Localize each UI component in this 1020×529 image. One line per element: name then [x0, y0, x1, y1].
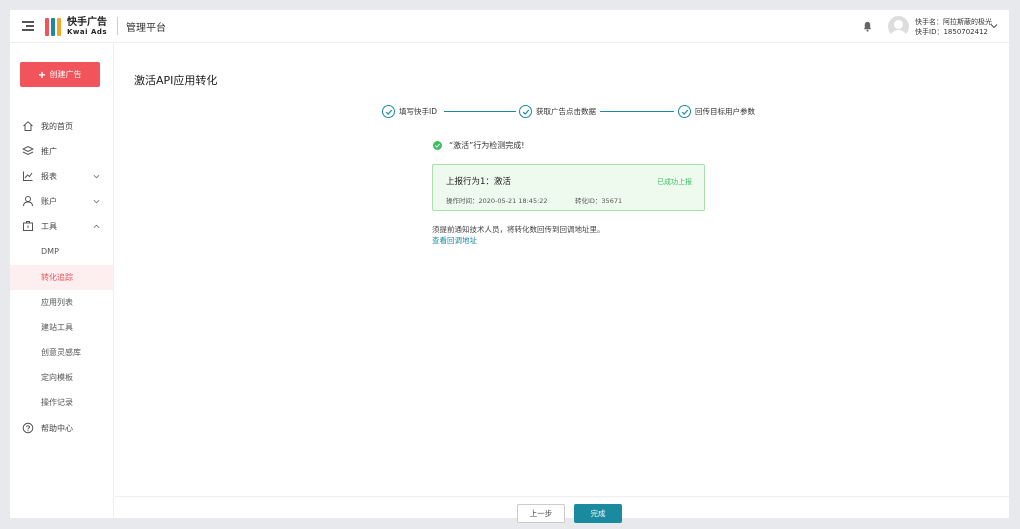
sidebar-item-label: 账户: [41, 197, 57, 206]
chevron-down-icon: [93, 199, 100, 204]
sidebar-item-help[interactable]: 帮助中心: [10, 416, 113, 441]
previous-step-button[interactable]: 上一步: [517, 504, 565, 523]
subitem-label: 操作记录: [41, 398, 73, 407]
step-label: 填写快手ID: [399, 107, 437, 116]
result-card: 上报行为1：激活 已成功上报 操作时间：2020-05-21 18:45:22 …: [432, 164, 705, 211]
sidebar-subitem-targeting-template[interactable]: 定向模板: [10, 365, 113, 390]
sidebar: + 创建广告 我的首页 推广 报表 账户 工具 DMP 转化追踪 应用列表 建站…: [10, 44, 114, 518]
toolbox-icon: [23, 221, 33, 231]
subitem-label: 应用列表: [41, 298, 73, 307]
sidebar-subitem-operation-log[interactable]: 操作记录: [10, 390, 113, 415]
user-icon: [23, 196, 33, 207]
check-icon: [519, 105, 532, 118]
sidebar-item-label: 报表: [41, 172, 57, 181]
sidebar-subitem-dmp[interactable]: DMP: [10, 239, 113, 264]
sidebar-item-label: 推广: [41, 147, 57, 156]
result-conversion-id: 转化ID：35671: [575, 197, 623, 205]
sidebar-item-label: 工具: [41, 222, 57, 231]
hamburger-icon[interactable]: [22, 21, 34, 31]
create-ad-button[interactable]: + 创建广告: [20, 62, 100, 87]
chevron-down-icon[interactable]: [990, 22, 998, 30]
step-3: 回传目标用户参数: [678, 105, 755, 118]
sidebar-item-reports[interactable]: 报表: [10, 164, 113, 189]
plus-icon: +: [38, 67, 46, 82]
sidebar-item-account[interactable]: 账户: [10, 189, 113, 214]
top-header: 快手广告 Kwai Ads 管理平台 快手名：阿拉斯蔽的极光 快手ID：1850…: [10, 10, 1009, 43]
subitem-label: 转化追踪: [41, 273, 73, 282]
chevron-up-icon: [93, 224, 100, 229]
sidebar-subitem-conversion-tracking[interactable]: 转化追踪: [10, 265, 113, 290]
sidebar-subitem-app-list[interactable]: 应用列表: [10, 290, 113, 315]
subitem-label: 建站工具: [41, 323, 73, 332]
main-content: 激活API应用转化 填写快手ID 获取广告点击数据 回传目标用户参数 “激活”行…: [115, 44, 1009, 523]
logo-text: 快手广告 Kwai Ads: [67, 18, 107, 36]
kwai-ads-logo[interactable]: 快手广告 Kwai Ads: [45, 16, 107, 38]
logo-mark: [45, 18, 61, 36]
help-icon: [22, 422, 34, 434]
sidebar-subitem-site-builder[interactable]: 建站工具: [10, 315, 113, 340]
chevron-down-icon: [93, 174, 100, 179]
step-label: 回传目标用户参数: [695, 107, 755, 116]
sidebar-item-home[interactable]: 我的首页: [10, 114, 113, 139]
user-name: 快手名：阿拉斯蔽的极光: [915, 18, 992, 26]
page-title: 激活API应用转化: [134, 74, 218, 87]
sidebar-item-label: 我的首页: [41, 122, 73, 131]
view-callback-link[interactable]: 查看回调地址: [432, 235, 477, 246]
result-time: 操作时间：2020-05-21 18:45:22: [446, 197, 548, 205]
detect-status: “激活”行为检测完成!: [433, 140, 525, 151]
subitem-label: 定向模板: [41, 373, 73, 382]
app-window: 快手广告 Kwai Ads 管理平台 快手名：阿拉斯蔽的极光 快手ID：1850…: [10, 10, 1009, 523]
sidebar-subitem-creative-library[interactable]: 创意灵感库: [10, 340, 113, 365]
notice-text: 须提前通知技术人员，将转化数回传到回调地址里。: [432, 225, 605, 234]
check-icon: [382, 105, 395, 118]
logo-cn: 快手广告: [67, 17, 107, 28]
step-progress: 填写快手ID 获取广告点击数据 回传目标用户参数: [382, 105, 802, 119]
logo-en: Kwai Ads: [67, 28, 108, 36]
layers-icon: [22, 145, 34, 156]
sidebar-item-label: 帮助中心: [41, 424, 73, 433]
step-label: 获取广告点击数据: [536, 107, 596, 116]
done-button[interactable]: 完成: [574, 504, 622, 523]
detect-text: “激活”行为检测完成!: [449, 141, 525, 150]
create-ad-label: 创建广告: [49, 70, 82, 79]
user-info[interactable]: 快手名：阿拉斯蔽的极光 快手ID：1850702412: [915, 17, 992, 37]
step-1: 填写快手ID: [382, 105, 437, 118]
avatar[interactable]: [888, 16, 909, 37]
result-title: 上报行为1：激活: [446, 177, 511, 187]
success-check-icon: [433, 141, 442, 150]
bell-icon[interactable]: [862, 21, 873, 32]
sidebar-item-tools[interactable]: 工具: [10, 214, 113, 239]
step-connector: [444, 111, 516, 112]
user-id: 快手ID：1850702412: [915, 28, 988, 36]
check-icon: [678, 105, 691, 118]
subitem-label: DMP: [41, 247, 59, 256]
platform-title: 管理平台: [126, 23, 166, 34]
sidebar-item-promotion[interactable]: 推广: [10, 139, 113, 164]
logo-divider: [117, 17, 118, 35]
subitem-label: 创意灵感库: [41, 348, 81, 357]
chart-icon: [23, 171, 33, 181]
home-icon: [23, 121, 33, 131]
result-status-badge: 已成功上报: [657, 178, 692, 186]
step-connector: [600, 111, 674, 112]
step-2: 获取广告点击数据: [519, 105, 596, 118]
